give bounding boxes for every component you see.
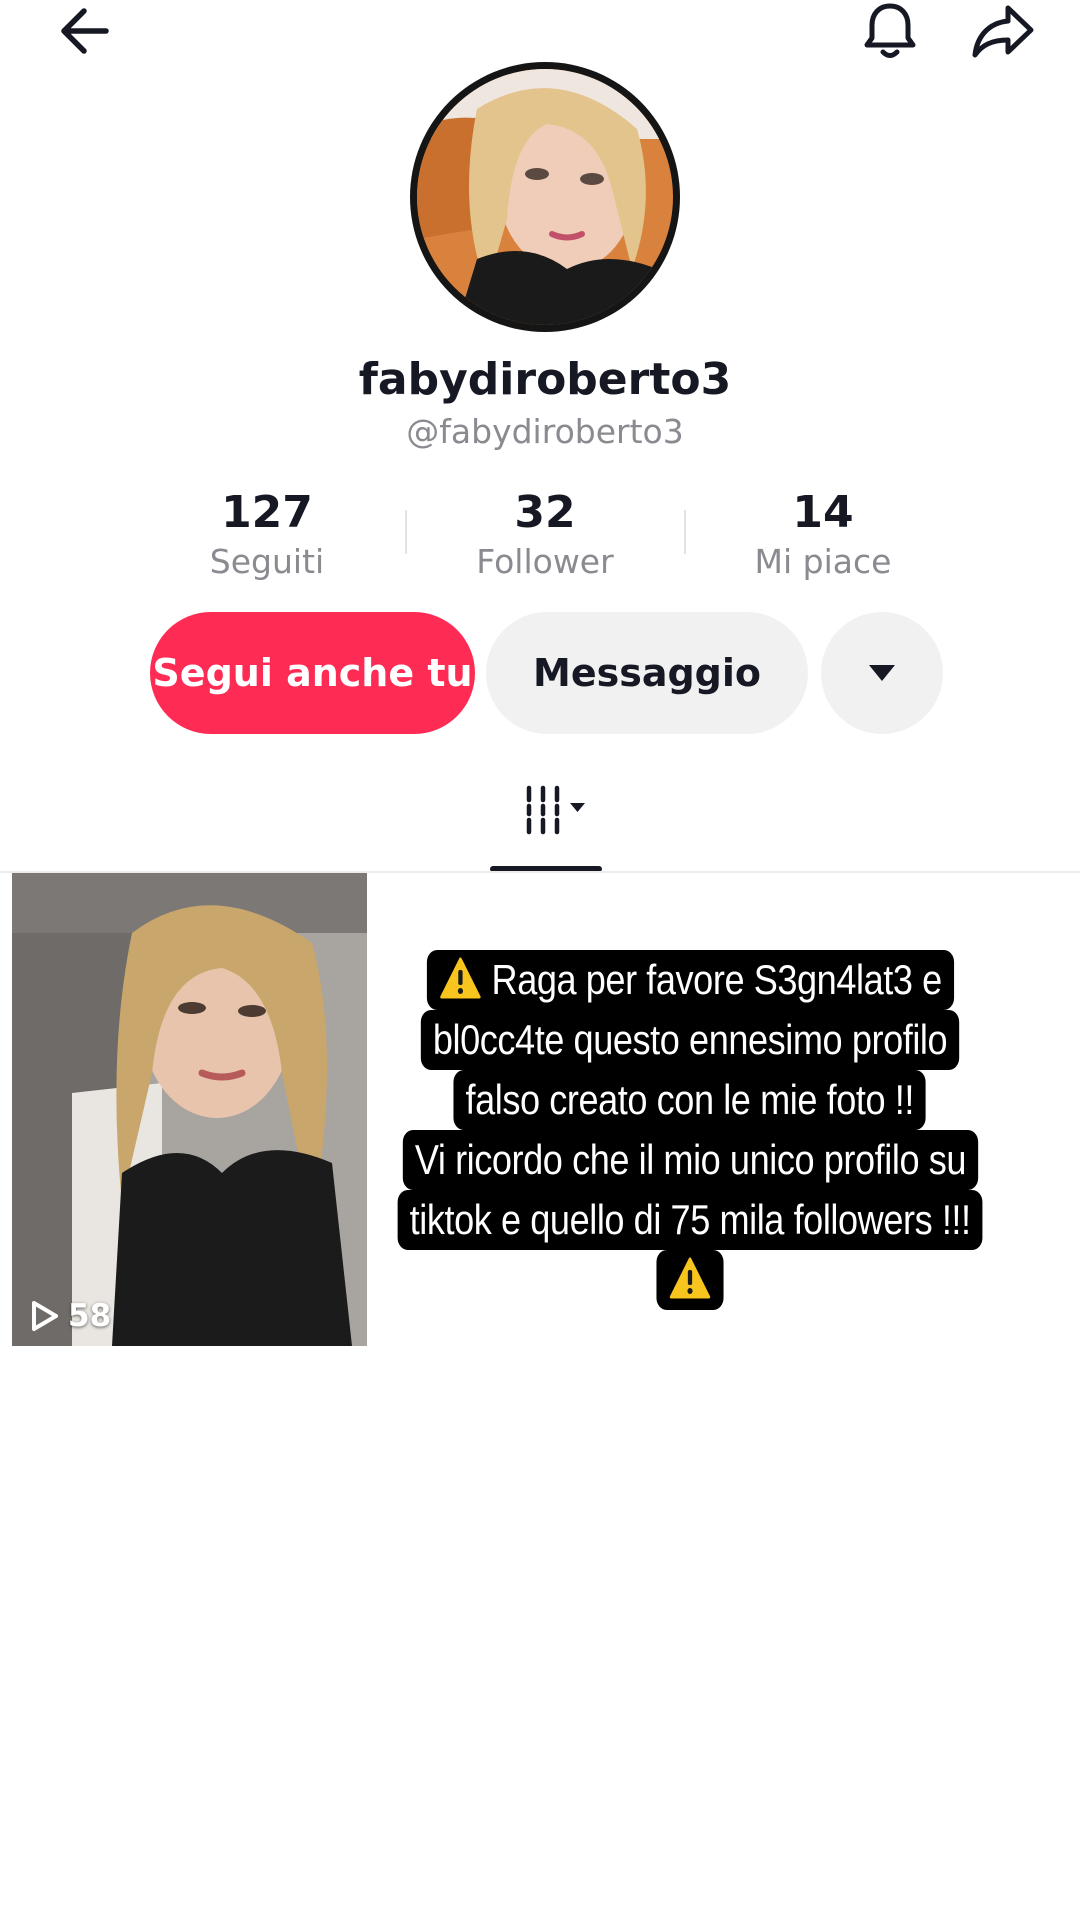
avatar[interactable] (410, 62, 680, 332)
more-options-button[interactable] (821, 612, 943, 734)
avatar-photo (417, 69, 673, 325)
profile-handle: @fabydiroberto3 (406, 412, 684, 451)
message-button[interactable]: Messaggio (486, 612, 808, 734)
share-button[interactable] (955, 0, 1050, 62)
share-arrow-icon (972, 5, 1033, 58)
overlay-line: bl0cc4te questo ennesimo profilo (420, 1010, 960, 1070)
overlay-line: Raga per favore S3gn4lat3 e (426, 950, 954, 1010)
overlay-line-text: Raga per favore S3gn4lat3 e (491, 956, 942, 1003)
warning-sign-icon (669, 1257, 711, 1299)
video-grid-icon (526, 785, 585, 835)
caret-down-icon (869, 665, 895, 681)
profile-page: fabydiroberto3 @fabydiroberto3 127 Segui… (0, 0, 1080, 1920)
warning-sign-icon (439, 957, 481, 999)
overlay-line (656, 1250, 724, 1310)
stat-followers[interactable]: 32 Follower (415, 488, 675, 586)
stat-value: 127 (221, 487, 313, 538)
stat-divider (405, 510, 407, 554)
stat-divider (684, 510, 686, 554)
profile-username: fabydiroberto3 (358, 354, 732, 405)
view-count: 58 (30, 1298, 111, 1334)
stat-following[interactable]: 127 Seguiti (137, 488, 397, 586)
tab-videos[interactable] (505, 780, 605, 840)
overlay-line: tiktok e quello di 75 mila followers !!! (397, 1190, 983, 1250)
stat-label: Seguiti (209, 542, 325, 581)
arrow-left-icon (61, 8, 109, 54)
follow-back-button[interactable]: Segui anche tu (150, 612, 475, 734)
stat-value: 14 (792, 487, 854, 538)
notifications-button[interactable] (845, 0, 935, 62)
video-thumbnail[interactable]: 58 (12, 873, 367, 1346)
stat-likes[interactable]: 14 Mi piace (693, 488, 953, 586)
overlay-line: falso creato con le mie foto !! (453, 1070, 927, 1130)
story-text-overlay: Raga per favore S3gn4lat3 e bl0cc4te que… (355, 950, 1025, 1310)
overlay-line: Vi ricordo che il mio unico profilo su (402, 1130, 978, 1190)
video-thumbnail-image (12, 873, 367, 1346)
back-button[interactable] (40, 0, 130, 62)
stat-value: 32 (514, 487, 576, 538)
bell-icon (864, 3, 916, 58)
view-count-value: 58 (68, 1298, 112, 1334)
play-outline-icon (32, 1301, 58, 1331)
stat-label: Follower (476, 542, 614, 581)
stat-label: Mi piace (754, 542, 892, 581)
